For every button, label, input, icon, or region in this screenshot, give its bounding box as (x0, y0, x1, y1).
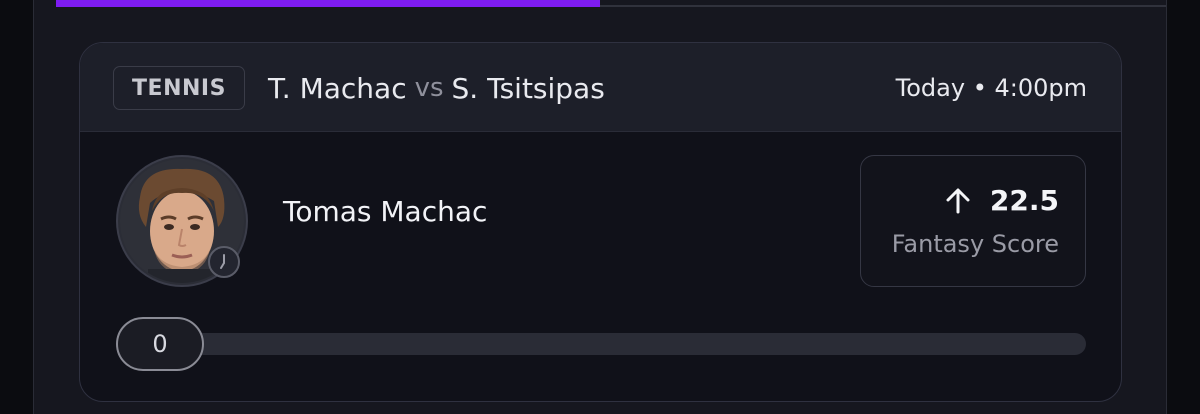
card-header: TENNIS T. Machac vs S. Tsitsipas Today •… (80, 43, 1121, 132)
pick-card[interactable]: TENNIS T. Machac vs S. Tsitsipas Today •… (79, 42, 1122, 402)
score-label: Fantasy Score (891, 230, 1059, 258)
versus-label: vs (414, 73, 444, 103)
arrow-up-icon (946, 188, 970, 213)
progress-value-pill[interactable]: 0 (116, 317, 204, 371)
top-progress-accent (56, 0, 600, 7)
player-name: Tomas Machac (283, 195, 488, 228)
progress-track (116, 333, 1086, 355)
sport-badge: TENNIS (113, 66, 245, 110)
player-one-name: T. Machac (268, 71, 407, 105)
app-screen: TENNIS T. Machac vs S. Tsitsipas Today •… (0, 0, 1200, 414)
player-two-name: S. Tsitsipas (451, 71, 605, 105)
score-value: 22.5 (989, 184, 1059, 217)
match-datetime: Today • 4:00pm (895, 74, 1087, 102)
projection-button[interactable]: 22.5 Fantasy Score (860, 155, 1086, 287)
score-row: 22.5 (944, 184, 1059, 217)
matchup: T. Machac vs S. Tsitsipas (268, 67, 605, 109)
clock-icon (208, 246, 240, 278)
